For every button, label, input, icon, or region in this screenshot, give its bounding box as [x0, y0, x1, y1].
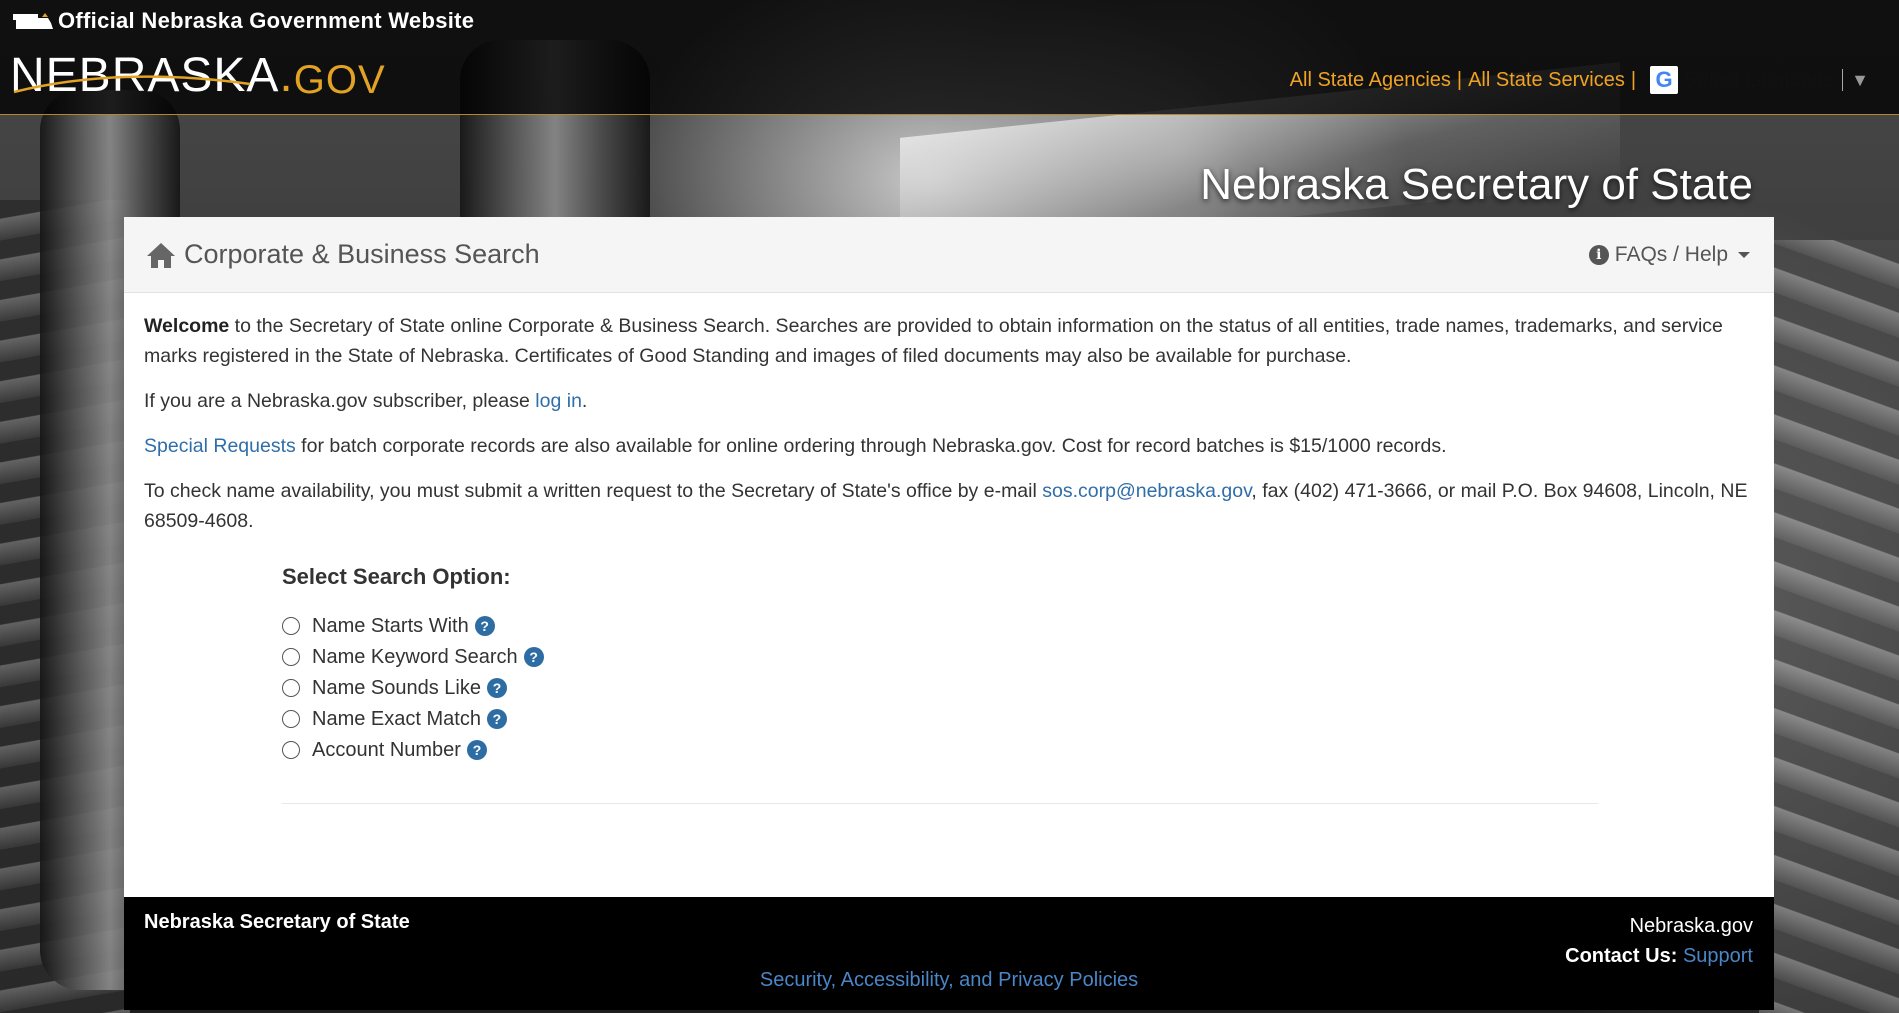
welcome-text: to the Secretary of State online Corpora… — [144, 315, 1723, 367]
panel-title-text: Corporate & Business Search — [184, 239, 540, 269]
name-availability-text: To check name availability, you must sub… — [144, 480, 1043, 502]
google-translate-icon: G — [1650, 66, 1679, 94]
faqs-help-label: FAQs / Help — [1614, 242, 1728, 266]
help-icon[interactable]: ? — [486, 677, 507, 698]
language-select[interactable]: Select Language ▼ — [1684, 69, 1869, 92]
panel-title: Corporate & Business Search — [146, 239, 540, 270]
option-label: Name Keyword Search — [312, 645, 518, 668]
option-label: Name Sounds Like — [312, 676, 481, 699]
footer-contact: Contact Us: Support — [1565, 941, 1753, 971]
subscriber-paragraph: If you are a Nebraska.gov subscriber, pl… — [144, 386, 1754, 416]
bg-stairs-right — [1759, 240, 1899, 1013]
help-icon[interactable]: ? — [486, 708, 507, 729]
radio-button[interactable] — [282, 678, 300, 697]
radio-button[interactable] — [282, 740, 300, 759]
footer-agency-name: Nebraska Secretary of State — [144, 911, 410, 933]
radio-button[interactable] — [282, 709, 300, 728]
special-requests-link[interactable]: Special Requests — [144, 435, 296, 457]
help-icon[interactable]: ? — [523, 646, 544, 667]
top-header: Official Nebraska Government Website NEB… — [0, 0, 1899, 115]
site-title: Nebraska Secretary of State — [1200, 160, 1753, 209]
help-icon[interactable]: ? — [474, 615, 495, 636]
option-name-starts-with[interactable]: Name Starts With ? — [282, 610, 1754, 641]
official-website-label: Official Nebraska Government Website — [58, 8, 475, 33]
info-icon: i — [1588, 244, 1609, 265]
help-icon[interactable]: ? — [466, 739, 487, 760]
panel-header: Corporate & Business Search i FAQs / Hel… — [124, 217, 1774, 293]
language-select-label: Select Language — [1684, 68, 1835, 91]
option-label: Name Exact Match — [312, 707, 481, 730]
logo-text-nebraska: NEBRASKA — [10, 49, 280, 102]
divider — [282, 803, 1598, 804]
option-account-number[interactable]: Account Number ? — [282, 734, 1754, 765]
official-website-banner: Official Nebraska Government Website — [12, 8, 474, 34]
welcome-paragraph: Welcome to the Secretary of State online… — [144, 311, 1754, 371]
main-panel: Corporate & Business Search i FAQs / Hel… — [124, 217, 1774, 897]
logo-text-gov: GOV — [293, 58, 386, 102]
special-requests-text: for batch corporate records are also ava… — [295, 435, 1447, 457]
subscriber-text-end: . — [581, 390, 588, 412]
special-requests-paragraph: Special Requests for batch corporate rec… — [144, 431, 1754, 461]
option-label: Name Starts With — [312, 614, 469, 637]
email-link[interactable]: sos.corp@nebraska.gov — [1042, 480, 1251, 502]
option-name-exact-match[interactable]: Name Exact Match ? — [282, 703, 1754, 734]
language-select-divider — [1842, 69, 1844, 91]
log-in-link[interactable]: log in — [535, 390, 582, 412]
welcome-bold: Welcome — [144, 315, 230, 337]
search-options-title: Select Search Option: — [282, 564, 511, 589]
footer-right: Nebraska.gov Contact Us: Support — [1565, 911, 1753, 971]
home-icon[interactable] — [146, 241, 176, 269]
support-link[interactable]: Support — [1683, 945, 1753, 967]
logo-text-dot: . — [279, 49, 294, 102]
nebraska-state-icon — [13, 13, 53, 29]
chevron-down-icon: ▼ — [1851, 69, 1869, 90]
footer-policies: Security, Accessibility, and Privacy Pol… — [124, 969, 1774, 992]
link-separator: | — [1456, 68, 1463, 91]
radio-button[interactable] — [282, 616, 300, 635]
subscriber-text: If you are a Nebraska.gov subscriber, pl… — [144, 390, 536, 412]
faqs-help-dropdown[interactable]: i FAQs / Help — [1588, 242, 1750, 267]
link-separator: | — [1630, 68, 1637, 91]
option-label: Account Number — [312, 738, 461, 761]
option-name-keyword-search[interactable]: Name Keyword Search ? — [282, 641, 1754, 672]
panel-body: Welcome to the Secretary of State online… — [124, 293, 1774, 804]
option-name-sounds-like[interactable]: Name Sounds Like ? — [282, 672, 1754, 703]
radio-button[interactable] — [282, 647, 300, 666]
footer-site-name: Nebraska.gov — [1629, 915, 1753, 937]
footer: Nebraska Secretary of State Nebraska.gov… — [124, 897, 1774, 1010]
search-options: Select Search Option: Name Starts With ?… — [282, 562, 1754, 765]
nebraska-gov-logo[interactable]: NEBRASKA. GOV — [10, 44, 386, 102]
top-links: All State Agencies | All State Services … — [1290, 66, 1869, 94]
policies-link[interactable]: Security, Accessibility, and Privacy Pol… — [760, 969, 1138, 991]
caret-down-icon — [1738, 251, 1750, 258]
contact-us-label: Contact Us: — [1565, 945, 1678, 967]
name-availability-paragraph: To check name availability, you must sub… — [144, 476, 1754, 536]
all-state-services-link[interactable]: All State Services — [1468, 69, 1625, 92]
all-state-agencies-link[interactable]: All State Agencies — [1290, 69, 1451, 92]
